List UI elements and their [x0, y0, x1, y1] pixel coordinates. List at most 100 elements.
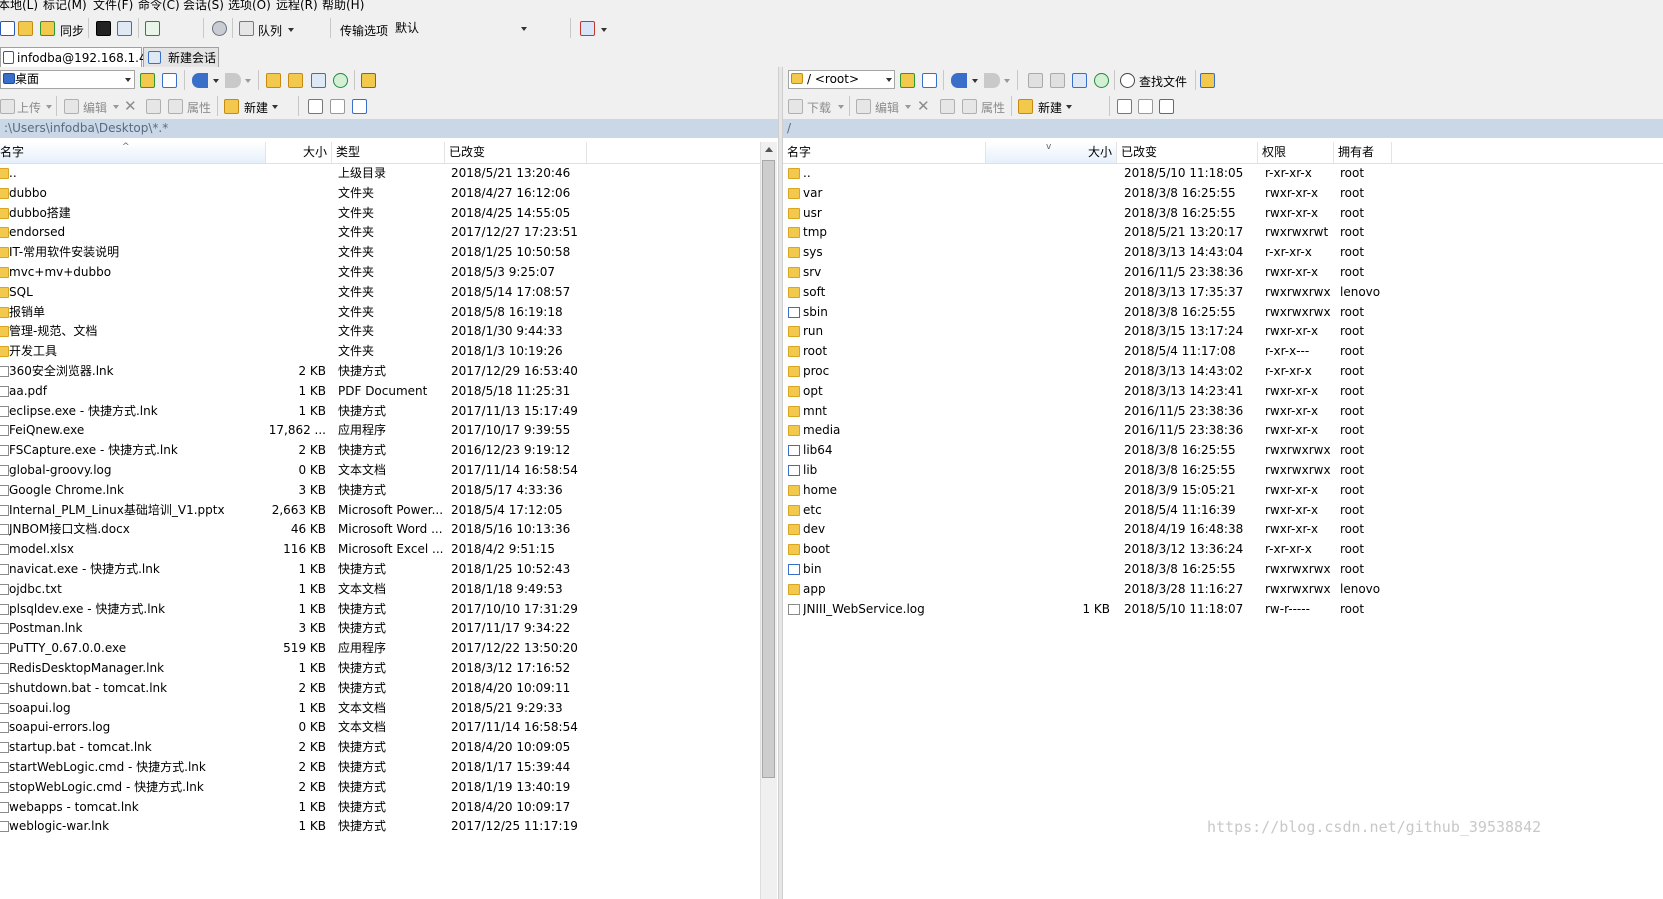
- select-all-icon[interactable]: [308, 99, 323, 114]
- filter-icon[interactable]: [162, 73, 177, 88]
- tree-icon[interactable]: [361, 73, 376, 88]
- table-row[interactable]: .. 2018/5/10 11:18:05 r-xr-xr-x root: [783, 164, 1663, 184]
- table-row[interactable]: FeiQnew.exe 17,862 ... 应用程序 2017/10/17 9:39…: [0, 421, 760, 441]
- root-dir-icon[interactable]: [288, 73, 303, 88]
- table-row[interactable]: navicat.exe - 快捷方式.lnk 1 KB 快捷方式 2018/1/25 …: [0, 560, 760, 580]
- menu-command[interactable]: 命令(C): [138, 0, 180, 12]
- menu-help[interactable]: 帮助(H): [322, 0, 364, 12]
- filter-icon[interactable]: [1159, 99, 1174, 114]
- table-row[interactable]: global-groovy.log 0 KB 文本文档 2017/11/14 16:5…: [0, 461, 760, 481]
- table-row[interactable]: media 2016/11/5 23:38:36 rwxr-xr-x root: [783, 421, 1663, 441]
- table-row[interactable]: soapui.log 1 KB 文本文档 2018/5/21 9:29:33: [0, 699, 760, 719]
- chevron-down-icon[interactable]: [113, 105, 119, 109]
- table-row[interactable]: home 2018/3/9 15:05:21 rwxr-xr-x root: [783, 481, 1663, 501]
- menu-mark[interactable]: 标记(M): [43, 0, 87, 12]
- home-icon[interactable]: [311, 73, 326, 88]
- chevron-down-icon[interactable]: [972, 79, 978, 83]
- transfer-settings-icon[interactable]: [580, 21, 595, 36]
- table-row[interactable]: sys 2018/3/13 14:43:04 r-xr-xr-x root: [783, 243, 1663, 263]
- table-row[interactable]: JNIII_WebService.log 1 KB 2018/5/10 11:18:…: [783, 600, 1663, 620]
- forward-arrow-icon[interactable]: [984, 73, 1000, 88]
- chevron-down-icon[interactable]: [213, 79, 219, 83]
- open-folder-icon[interactable]: [900, 73, 915, 88]
- terminal-icon[interactable]: [96, 21, 111, 36]
- parent-dir-icon[interactable]: [1028, 73, 1043, 88]
- chevron-down-icon[interactable]: [601, 28, 607, 32]
- edit-icon[interactable]: [856, 99, 871, 114]
- table-row[interactable]: weblogic-war.lnk 1 KB 快捷方式 2017/12/25 11:17…: [0, 817, 760, 837]
- tree-icon[interactable]: [1200, 73, 1215, 88]
- gear-icon[interactable]: [212, 21, 227, 36]
- table-row[interactable]: 360安全浏览器.lnk 2 KB 快捷方式 2017/12/29 16:53:40: [0, 362, 760, 382]
- root-dir-icon[interactable]: [1050, 73, 1065, 88]
- select-all-icon[interactable]: [1117, 99, 1132, 114]
- properties-icon[interactable]: [168, 99, 183, 114]
- table-row[interactable]: RedisDesktopManager.lnk 1 KB 快捷方式 2018/3/12…: [0, 659, 760, 679]
- table-row[interactable]: .. 上级目录 2018/5/21 13:20:46: [0, 164, 760, 184]
- table-row[interactable]: boot 2018/3/12 13:36:24 r-xr-xr-x root: [783, 540, 1663, 560]
- table-row[interactable]: FSCapture.exe - 快捷方式.lnk 2 KB 快捷方式 2016/12/…: [0, 441, 760, 461]
- table-row[interactable]: dubbo 文件夹 2018/4/27 16:12:06: [0, 184, 760, 204]
- refresh-session-icon[interactable]: [145, 21, 160, 36]
- chevron-down-icon[interactable]: [46, 105, 52, 109]
- table-row[interactable]: proc 2018/3/13 14:43:02 r-xr-xr-x root: [783, 362, 1663, 382]
- properties-button[interactable]: 属性: [187, 99, 211, 116]
- chevron-down-icon[interactable]: [288, 28, 294, 32]
- table-row[interactable]: root 2018/5/4 11:17:08 r-xr-x--- root: [783, 342, 1663, 362]
- refresh-icon[interactable]: [1094, 73, 1109, 88]
- copy-window-icon[interactable]: [117, 21, 132, 36]
- delete-icon[interactable]: ✕: [124, 97, 137, 115]
- edit-button[interactable]: 编辑: [875, 99, 899, 116]
- open-folder-icon[interactable]: [140, 73, 155, 88]
- col-type[interactable]: 类型: [332, 142, 445, 163]
- col-size[interactable]: 大小: [266, 142, 332, 163]
- table-row[interactable]: 报销单 文件夹 2018/5/8 16:19:18: [0, 303, 760, 323]
- table-row[interactable]: tmp 2018/5/21 13:20:17 rwxrwxrwt root: [783, 223, 1663, 243]
- table-row[interactable]: lib64 2018/3/8 16:25:55 rwxrwxrwx root: [783, 441, 1663, 461]
- col-changed[interactable]: 已改变: [1117, 142, 1258, 163]
- table-row[interactable]: mvc+mv+dubbo 文件夹 2018/5/3 9:25:07: [0, 263, 760, 283]
- table-row[interactable]: webapps - tomcat.lnk 1 KB 快捷方式 2018/4/20 10…: [0, 798, 760, 818]
- table-row[interactable]: sbin 2018/3/8 16:25:55 rwxrwxrwx root: [783, 303, 1663, 323]
- table-row[interactable]: opt 2018/3/13 14:23:41 rwxr-xr-x root: [783, 382, 1663, 402]
- queue-button[interactable]: 队列: [258, 22, 282, 39]
- table-row[interactable]: IT-常用软件安装说明 文件夹 2018/1/25 10:50:58: [0, 243, 760, 263]
- table-row[interactable]: Internal_PLM_Linux基础培训_V1.pptx 2,663 KB Mi…: [0, 501, 760, 521]
- queue-icon[interactable]: [239, 21, 254, 36]
- left-location-select[interactable]: 桌面: [0, 70, 135, 89]
- table-row[interactable]: Postman.lnk 3 KB 快捷方式 2017/11/17 9:34:22: [0, 619, 760, 639]
- table-row[interactable]: 开发工具 文件夹 2018/1/3 10:19:26: [0, 342, 760, 362]
- table-row[interactable]: dev 2018/4/19 16:48:38 rwxr-xr-x root: [783, 520, 1663, 540]
- download-button[interactable]: 下载: [807, 99, 831, 116]
- menu-file[interactable]: 文件(F): [93, 0, 133, 12]
- chevron-down-icon[interactable]: [838, 105, 844, 109]
- unselect-icon[interactable]: [1138, 99, 1153, 114]
- table-row[interactable]: run 2018/3/15 13:17:24 rwxr-xr-x root: [783, 322, 1663, 342]
- chevron-down-icon[interactable]: [1066, 105, 1072, 109]
- table-row[interactable]: startWebLogic.cmd - 快捷方式.lnk 2 KB 快捷方式 2018…: [0, 758, 760, 778]
- col-name[interactable]: 名字 ^: [0, 142, 266, 163]
- left-scroll-thumb[interactable]: [762, 160, 775, 778]
- back-arrow-icon[interactable]: [951, 73, 967, 88]
- chevron-down-icon[interactable]: [245, 79, 251, 83]
- table-row[interactable]: lib 2018/3/8 16:25:55 rwxrwxrwx root: [783, 461, 1663, 481]
- new-folder-icon[interactable]: [224, 99, 239, 114]
- sync-button[interactable]: 同步: [60, 22, 84, 39]
- left-vertical-scrollbar[interactable]: [760, 142, 777, 899]
- refresh-icon[interactable]: [333, 73, 348, 88]
- tab-new-session[interactable]: 新建会话: [143, 47, 219, 69]
- filter-icon[interactable]: [922, 73, 937, 88]
- menu-options[interactable]: 选项(O): [228, 0, 271, 12]
- table-row[interactable]: mnt 2016/11/5 23:38:36 rwxr-xr-x root: [783, 402, 1663, 422]
- right-location-select[interactable]: / <root>: [788, 70, 895, 89]
- forward-arrow-icon[interactable]: [225, 73, 241, 88]
- table-row[interactable]: Google Chrome.lnk 3 KB 快捷方式 2018/5/17 4:33:…: [0, 481, 760, 501]
- find-files-icon[interactable]: [1120, 73, 1135, 88]
- upload-button[interactable]: 上传: [17, 99, 41, 116]
- table-row[interactable]: usr 2018/3/8 16:25:55 rwxr-xr-x root: [783, 204, 1663, 224]
- col-permissions[interactable]: 权限: [1258, 142, 1334, 163]
- table-row[interactable]: aa.pdf 1 KB PDF Document 2018/5/18 11:25:31: [0, 382, 760, 402]
- table-row[interactable]: var 2018/3/8 16:25:55 rwxr-xr-x root: [783, 184, 1663, 204]
- table-row[interactable]: stopWebLogic.cmd - 快捷方式.lnk 2 KB 快捷方式 2018/…: [0, 778, 760, 798]
- table-row[interactable]: startup.bat - tomcat.lnk 2 KB 快捷方式 2018/4/2…: [0, 738, 760, 758]
